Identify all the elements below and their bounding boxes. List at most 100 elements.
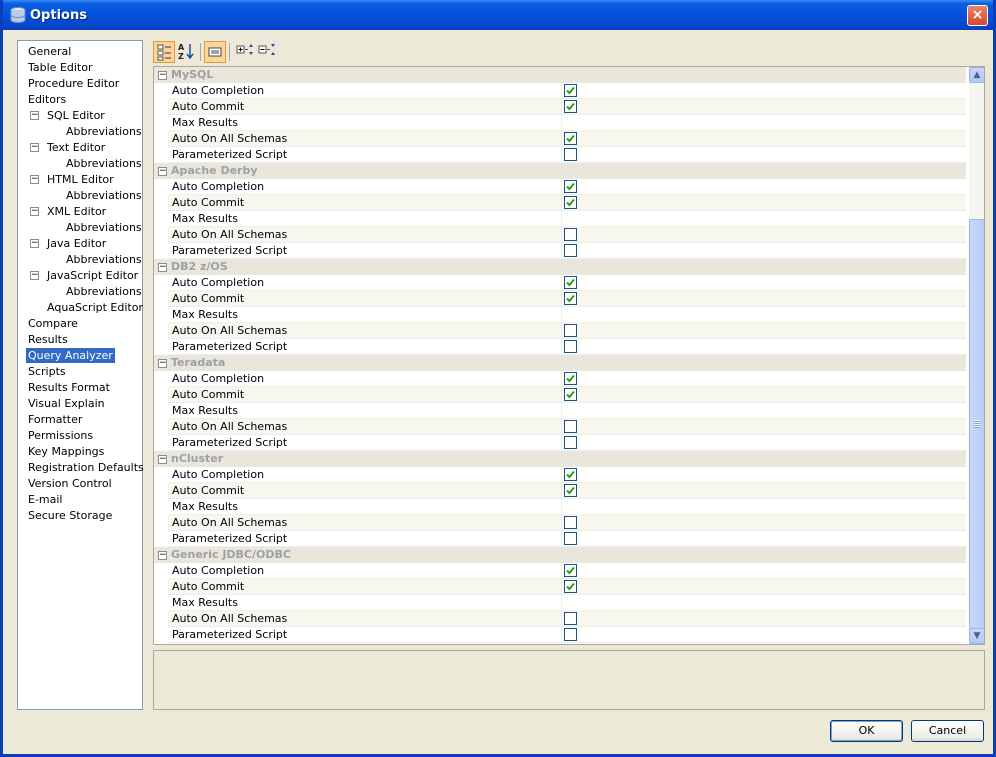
- nav-item-text-editor[interactable]: Text Editor: [45, 140, 107, 155]
- property-value[interactable]: [561, 611, 967, 626]
- property-row[interactable]: Parameterized Script: [168, 435, 966, 451]
- collapse-toggle-icon[interactable]: −: [30, 239, 39, 248]
- nav-item-secure-storage[interactable]: Secure Storage: [26, 508, 114, 523]
- checkbox-checked[interactable]: [564, 292, 577, 305]
- checkbox-checked[interactable]: [564, 180, 577, 193]
- property-row[interactable]: Max Results: [168, 595, 966, 611]
- property-value[interactable]: [561, 579, 967, 594]
- property-value[interactable]: [561, 403, 967, 418]
- checkbox-unchecked[interactable]: [564, 436, 577, 449]
- category-row[interactable]: − MySQL: [154, 67, 966, 83]
- property-row[interactable]: Max Results: [168, 307, 966, 323]
- property-row[interactable]: Auto Commit: [168, 387, 966, 403]
- property-value[interactable]: [561, 307, 967, 322]
- checkbox-unchecked[interactable]: [564, 324, 577, 337]
- checkbox-checked[interactable]: [564, 388, 577, 401]
- nav-item-table-editor[interactable]: Table Editor: [26, 60, 95, 75]
- collapse-toggle-icon[interactable]: −: [30, 143, 39, 152]
- checkbox-checked[interactable]: [564, 132, 577, 145]
- checkbox-unchecked[interactable]: [564, 148, 577, 161]
- checkbox-checked[interactable]: [564, 100, 577, 113]
- nav-item-editors[interactable]: Editors: [26, 92, 68, 107]
- scroll-thumb[interactable]: [969, 219, 984, 629]
- checkbox-unchecked[interactable]: [564, 516, 577, 529]
- nav-item-procedure-editor[interactable]: Procedure Editor: [26, 76, 121, 91]
- sort-alphabetical-button[interactable]: A Z: [176, 41, 198, 63]
- property-value[interactable]: [561, 371, 967, 386]
- property-value[interactable]: [561, 115, 967, 130]
- category-row[interactable]: − Generic JDBC/ODBC: [154, 547, 966, 563]
- property-value[interactable]: [561, 499, 967, 514]
- nav-item-abbreviations[interactable]: Abbreviations: [64, 252, 144, 267]
- checkbox-checked[interactable]: [564, 484, 577, 497]
- checkbox-checked[interactable]: [564, 372, 577, 385]
- nav-item-key-mappings[interactable]: Key Mappings: [26, 444, 106, 459]
- property-row[interactable]: Auto Commit: [168, 291, 966, 307]
- checkbox-checked[interactable]: [564, 564, 577, 577]
- collapse-toggle-icon[interactable]: −: [158, 551, 167, 560]
- property-row[interactable]: Auto On All Schemas: [168, 131, 966, 147]
- nav-item-abbreviations[interactable]: Abbreviations: [64, 220, 144, 235]
- property-row[interactable]: Parameterized Script: [168, 147, 966, 163]
- property-row[interactable]: Max Results: [168, 403, 966, 419]
- nav-item-compare[interactable]: Compare: [26, 316, 80, 331]
- nav-item-results[interactable]: Results: [26, 332, 70, 347]
- checkbox-checked[interactable]: [564, 580, 577, 593]
- collapse-toggle-icon[interactable]: −: [158, 359, 167, 368]
- property-row[interactable]: Parameterized Script: [168, 531, 966, 547]
- category-row[interactable]: − Teradata: [154, 355, 966, 371]
- property-value[interactable]: [561, 419, 967, 434]
- close-button[interactable]: ×: [967, 5, 988, 26]
- checkbox-unchecked[interactable]: [564, 244, 577, 257]
- checkbox-unchecked[interactable]: [564, 228, 577, 241]
- property-value[interactable]: [561, 483, 967, 498]
- nav-item-results-format[interactable]: Results Format: [26, 380, 112, 395]
- property-row[interactable]: Auto Commit: [168, 483, 966, 499]
- vertical-scrollbar[interactable]: ▲ ▼: [969, 67, 984, 644]
- nav-item-html-editor[interactable]: HTML Editor: [45, 172, 116, 187]
- property-value[interactable]: [561, 275, 967, 290]
- scroll-up-button[interactable]: ▲: [969, 67, 984, 83]
- checkbox-unchecked[interactable]: [564, 532, 577, 545]
- nav-item-abbreviations[interactable]: Abbreviations: [64, 188, 144, 203]
- property-row[interactable]: Auto Commit: [168, 195, 966, 211]
- nav-item-abbreviations[interactable]: Abbreviations: [64, 284, 144, 299]
- nav-item-aquascript-editor[interactable]: AquaScript Editor: [45, 300, 145, 315]
- nav-item-query-analyzer[interactable]: Query Analyzer: [26, 348, 115, 363]
- expand-all-button[interactable]: [235, 41, 257, 63]
- nav-item-formatter[interactable]: Formatter: [26, 412, 84, 427]
- property-value[interactable]: [561, 211, 967, 226]
- property-row[interactable]: Auto On All Schemas: [168, 515, 966, 531]
- collapse-all-button[interactable]: [257, 41, 279, 63]
- collapse-toggle-icon[interactable]: −: [158, 167, 167, 176]
- checkbox-unchecked[interactable]: [564, 340, 577, 353]
- property-value[interactable]: [561, 227, 967, 242]
- nav-item-abbreviations[interactable]: Abbreviations: [64, 156, 144, 171]
- category-row[interactable]: − nCluster: [154, 451, 966, 467]
- nav-item-registration-defaults[interactable]: Registration Defaults: [26, 460, 146, 475]
- property-value[interactable]: [561, 179, 967, 194]
- checkbox-unchecked[interactable]: [564, 628, 577, 641]
- property-value[interactable]: [561, 531, 967, 546]
- nav-item-version-control[interactable]: Version Control: [26, 476, 114, 491]
- nav-item-sql-editor[interactable]: SQL Editor: [45, 108, 107, 123]
- show-description-button[interactable]: [204, 41, 226, 63]
- nav-item-javascript-editor[interactable]: JavaScript Editor: [45, 268, 140, 283]
- property-row[interactable]: Auto Completion: [168, 179, 966, 195]
- property-row[interactable]: Auto Completion: [168, 371, 966, 387]
- checkbox-checked[interactable]: [564, 276, 577, 289]
- property-value[interactable]: [561, 387, 967, 402]
- property-row[interactable]: Max Results: [168, 211, 966, 227]
- property-row[interactable]: Auto Completion: [168, 83, 966, 99]
- property-row[interactable]: Auto Completion: [168, 563, 966, 579]
- property-value[interactable]: [561, 99, 967, 114]
- property-row[interactable]: Auto Completion: [168, 275, 966, 291]
- checkbox-checked[interactable]: [564, 84, 577, 97]
- nav-item-e-mail[interactable]: E-mail: [26, 492, 65, 507]
- checkbox-unchecked[interactable]: [564, 612, 577, 625]
- property-row[interactable]: Parameterized Script: [168, 627, 966, 643]
- property-value[interactable]: [561, 467, 967, 482]
- property-value[interactable]: [561, 83, 967, 98]
- collapse-toggle-icon[interactable]: −: [30, 111, 39, 120]
- cancel-button[interactable]: Cancel: [911, 720, 984, 742]
